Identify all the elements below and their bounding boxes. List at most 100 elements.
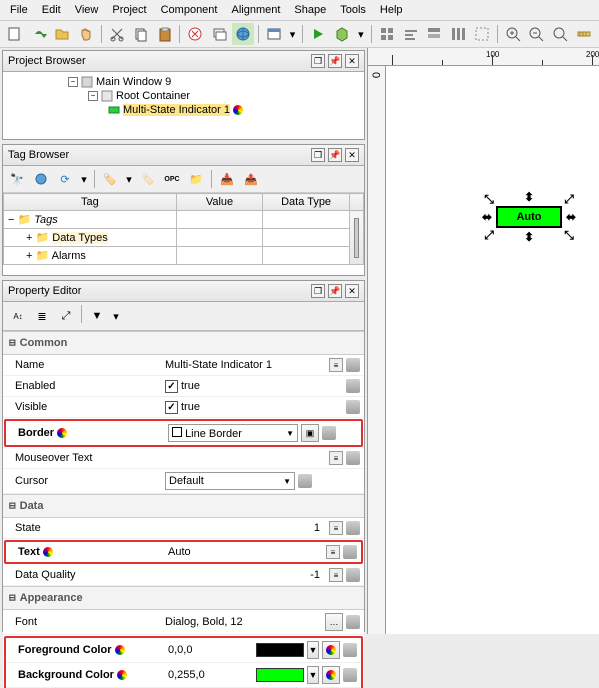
detail-icon[interactable]: ≡: [326, 545, 340, 559]
dropdown-arrow-icon[interactable]: ▼: [307, 666, 319, 684]
restore-icon[interactable]: ❐: [311, 148, 325, 162]
opc-icon[interactable]: OPC: [161, 168, 183, 190]
menu-alignment[interactable]: Alignment: [225, 2, 286, 18]
binding-icon[interactable]: [346, 379, 360, 393]
enabled-checkbox[interactable]: [165, 380, 178, 393]
state-value[interactable]: 1: [165, 522, 326, 534]
group-appearance[interactable]: ⊟Appearance: [3, 586, 364, 610]
hand-icon[interactable]: [75, 23, 97, 45]
group-icon[interactable]: [471, 23, 493, 45]
globe-icon[interactable]: [232, 23, 254, 45]
resize-handle-ne[interactable]: ⤢: [564, 194, 574, 204]
tree-node-multi-state[interactable]: Multi-State Indicator 1: [123, 104, 230, 116]
tag-col-value[interactable]: Value: [176, 194, 262, 211]
color-wheel-icon[interactable]: [322, 641, 340, 659]
restore-icon[interactable]: ❐: [311, 54, 325, 68]
tree-node-main-window[interactable]: Main Window 9: [96, 76, 171, 88]
dropdown-arrow-icon[interactable]: ▾: [78, 168, 90, 190]
copy-icon[interactable]: [130, 23, 152, 45]
bg-value[interactable]: 0,255,0: [168, 669, 205, 681]
zoom-fit-icon[interactable]: [549, 23, 571, 45]
tag-row-tags[interactable]: − 📁 Tags: [4, 211, 364, 229]
font-editor-button[interactable]: …: [325, 613, 343, 631]
detail-icon[interactable]: ≡: [329, 521, 343, 535]
binding-icon[interactable]: [346, 521, 360, 535]
pin-icon[interactable]: 📌: [328, 54, 342, 68]
border-combo[interactable]: Line Border ▼: [168, 424, 298, 442]
cursor-combo[interactable]: Default▼: [165, 472, 295, 490]
data-quality-value[interactable]: -1: [165, 569, 326, 581]
menu-tools[interactable]: Tools: [334, 2, 372, 18]
folder-icon[interactable]: [52, 23, 74, 45]
resize-handle-sw[interactable]: ⤢: [484, 230, 494, 240]
ruler-icon[interactable]: [573, 23, 595, 45]
globe-small-icon[interactable]: [30, 168, 52, 190]
window-icon[interactable]: [263, 23, 285, 45]
layers-icon[interactable]: [208, 23, 230, 45]
border-editor-button[interactable]: ▣: [301, 424, 319, 442]
design-canvas[interactable]: Auto ⬌ ⬌ ⬍ ⬍ ⤡ ⤢ ⤢ ⤡: [386, 66, 599, 634]
grid-icon[interactable]: [376, 23, 398, 45]
font-value[interactable]: Dialog, Bold, 12: [165, 616, 322, 628]
package-icon[interactable]: [331, 23, 353, 45]
pin-icon[interactable]: 📌: [328, 148, 342, 162]
stack-icon[interactable]: [423, 23, 445, 45]
fg-swatch[interactable]: [256, 643, 304, 657]
scrollbar[interactable]: [350, 211, 364, 265]
play-icon[interactable]: [307, 23, 329, 45]
tree-node-root-container[interactable]: Root Container: [116, 90, 190, 102]
redo-icon[interactable]: [28, 23, 50, 45]
folder-small-icon[interactable]: 📁: [185, 168, 207, 190]
new-icon[interactable]: [4, 23, 26, 45]
menu-project[interactable]: Project: [106, 2, 152, 18]
align-icon[interactable]: [400, 23, 422, 45]
binding-icon[interactable]: [346, 400, 360, 414]
tag-edit-icon[interactable]: 🏷️: [137, 168, 159, 190]
binding-icon[interactable]: [346, 615, 360, 629]
text-value[interactable]: Auto: [168, 546, 323, 558]
menu-component[interactable]: Component: [155, 2, 224, 18]
resize-handle-n[interactable]: ⬍: [524, 192, 534, 202]
resize-handle-s[interactable]: ⬍: [524, 232, 534, 242]
dropdown-arrow-icon[interactable]: ▾: [287, 23, 299, 45]
resize-handle-w[interactable]: ⬌: [482, 212, 492, 222]
dropdown-arrow-icon[interactable]: ▾: [110, 305, 122, 327]
restore-icon[interactable]: ❐: [311, 284, 325, 298]
binding-icon[interactable]: [298, 474, 312, 488]
resize-handle-se[interactable]: ⤡: [564, 230, 574, 240]
cut-icon[interactable]: [106, 23, 128, 45]
tree-collapse-icon[interactable]: −: [88, 91, 98, 101]
project-tree[interactable]: − Main Window 9 − Root Container Multi-S…: [3, 72, 364, 120]
zoom-out-icon[interactable]: [526, 23, 548, 45]
property-list[interactable]: ⊟Common Name Multi-State Indicator 1 ≡ E…: [3, 331, 364, 688]
categorize-icon[interactable]: ≣: [31, 305, 53, 327]
menu-view[interactable]: View: [69, 2, 105, 18]
tag-col-datatype[interactable]: Data Type: [263, 194, 350, 211]
fg-value[interactable]: 0,0,0: [168, 644, 192, 656]
tag-row-datatypes[interactable]: + 📁 Data Types: [4, 229, 364, 247]
filter-icon[interactable]: ▼: [86, 305, 108, 327]
pin-icon[interactable]: 📌: [328, 284, 342, 298]
export-icon[interactable]: 📤: [240, 168, 262, 190]
binding-icon[interactable]: [346, 451, 360, 465]
group-data[interactable]: ⊟Data: [3, 494, 364, 518]
color-wheel-icon[interactable]: [322, 666, 340, 684]
column-resize-icon[interactable]: [350, 194, 364, 211]
menu-shape[interactable]: Shape: [288, 2, 332, 18]
paste-icon[interactable]: [154, 23, 176, 45]
binoculars-icon[interactable]: 🔭: [6, 168, 28, 190]
refresh-icon[interactable]: ⟳: [54, 168, 76, 190]
dropdown-arrow-icon[interactable]: ▾: [123, 168, 135, 190]
tree-collapse-icon[interactable]: −: [68, 77, 78, 87]
import-icon[interactable]: 📥: [216, 168, 238, 190]
binding-icon[interactable]: [343, 545, 357, 559]
group-common[interactable]: ⊟Common: [3, 331, 364, 355]
binding-icon[interactable]: [322, 426, 336, 440]
prop-name-value[interactable]: Multi-State Indicator 1: [165, 359, 326, 371]
cancel-icon[interactable]: [184, 23, 206, 45]
close-icon[interactable]: ✕: [345, 54, 359, 68]
distribute-icon[interactable]: [447, 23, 469, 45]
tag-col-tag[interactable]: Tag: [4, 194, 177, 211]
binding-icon[interactable]: [346, 568, 360, 582]
binding-icon[interactable]: [343, 668, 357, 682]
